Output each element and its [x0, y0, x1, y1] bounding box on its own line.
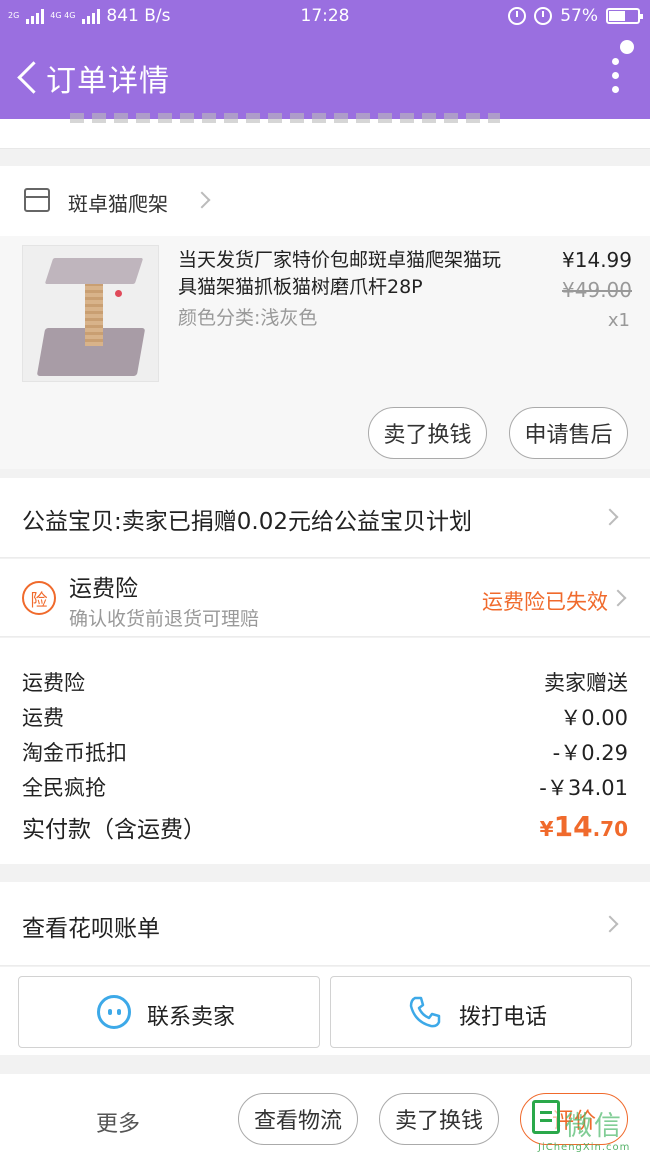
chevron-right-icon: [609, 589, 627, 607]
product-original-price: ¥49.00: [562, 278, 632, 302]
rotation-lock-icon: [508, 7, 527, 25]
summary-value: -￥34.01: [539, 776, 628, 800]
chat-icon: [97, 995, 131, 1029]
watermark-text: 微信: [565, 1111, 623, 1142]
sell-button[interactable]: 卖了换钱: [368, 407, 487, 459]
total-amount: ¥14.70: [539, 810, 628, 843]
summary-row: 运费险 卖家赠送: [22, 667, 628, 701]
product-title: 当天发货厂家特价包邮斑卓猫爬架猫玩具猫架猫抓板猫树磨爪杆28P: [178, 249, 502, 298]
huabei-text: 查看花呗账单: [22, 916, 160, 942]
contact-seller-label: 联系卖家: [147, 1005, 236, 1030]
after-sale-button[interactable]: 申请售后: [509, 407, 628, 459]
insurance-status: 运费险已失效: [482, 590, 608, 614]
summary-label: 运费: [22, 706, 64, 730]
call-label: 拨打电话: [459, 1005, 548, 1030]
back-icon[interactable]: [14, 58, 44, 98]
sell-button-bottom[interactable]: 卖了换钱: [379, 1093, 499, 1145]
summary-label: 淘金币抵扣: [22, 741, 127, 765]
charity-text: 公益宝贝:卖家已捐赠0.02元给公益宝贝计划: [22, 509, 472, 535]
shipping-insurance-row[interactable]: 险 运费险 确认收货前退货可理赔 运费险已失效: [0, 559, 650, 637]
shop-name: 斑卓猫爬架: [68, 192, 168, 216]
status-bar: 2G 4G 4G 841 B/s 17:28 57%: [0, 0, 650, 34]
summary-row: 淘金币抵扣 -￥0.29: [22, 737, 628, 771]
insurance-badge-icon: 险: [22, 581, 56, 615]
shop-icon: [24, 188, 50, 212]
contact-seller-button[interactable]: 联系卖家: [18, 976, 320, 1048]
alarm-icon: [534, 7, 553, 25]
insurance-name: 运费险: [69, 576, 138, 602]
contact-actions: 联系卖家 拨打电话: [0, 967, 650, 1055]
charity-row[interactable]: 公益宝贝:卖家已捐赠0.02元给公益宝贝计划: [0, 478, 650, 558]
summary-value: 卖家赠送: [544, 671, 628, 695]
call-button[interactable]: 拨打电话: [330, 976, 632, 1048]
summary-label: 运费险: [22, 671, 85, 695]
watermark-logo-icon: [532, 1100, 560, 1134]
product-sku: 颜色分类:浅灰色: [178, 307, 318, 329]
chevron-right-icon: [601, 915, 619, 933]
battery-icon: [606, 8, 643, 24]
nav-bar: 订单详情: [0, 34, 650, 119]
product-thumbnail[interactable]: [22, 245, 159, 382]
battery-percent: 57%: [560, 6, 598, 26]
summary-row: 全民疯抢 -￥34.01: [22, 772, 628, 806]
more-button[interactable]: 更多: [96, 1106, 140, 1138]
more-options-icon[interactable]: [612, 58, 620, 94]
product-quantity: x1: [607, 310, 630, 331]
order-item[interactable]: 当天发货厂家特价包邮斑卓猫爬架猫玩具猫架猫抓板猫树磨爪杆28P 颜色分类:浅灰色…: [0, 236, 650, 469]
chevron-right-icon: [601, 508, 619, 526]
view-logistics-button[interactable]: 查看物流: [238, 1093, 358, 1145]
payment-summary: 运费险 卖家赠送 运费 ￥0.00 淘金币抵扣 -￥0.29 全民疯抢 -￥34…: [0, 638, 650, 864]
page-title: 订单详情: [46, 64, 170, 99]
chevron-right-icon: [193, 191, 211, 209]
product-price: ¥14.99: [562, 248, 632, 272]
summary-value: -￥0.29: [552, 741, 628, 765]
total-label: 实付款（含运费）: [22, 817, 206, 843]
insurance-subtitle: 确认收货前退货可理赔: [69, 608, 260, 630]
huabei-bill-row[interactable]: 查看花呗账单: [0, 882, 650, 966]
summary-label: 全民疯抢: [22, 776, 106, 800]
shop-row[interactable]: 斑卓猫爬架: [0, 166, 650, 236]
summary-value: ￥0.00: [560, 706, 628, 730]
phone-icon: [409, 996, 441, 1028]
total-row: 实付款（含运费） ¥14.70: [22, 810, 628, 850]
summary-row: 运费 ￥0.00: [22, 702, 628, 736]
address-section-edge: [0, 113, 650, 149]
watermark-url: JiChengXin.com: [538, 1142, 631, 1153]
notification-dot: [620, 40, 634, 54]
